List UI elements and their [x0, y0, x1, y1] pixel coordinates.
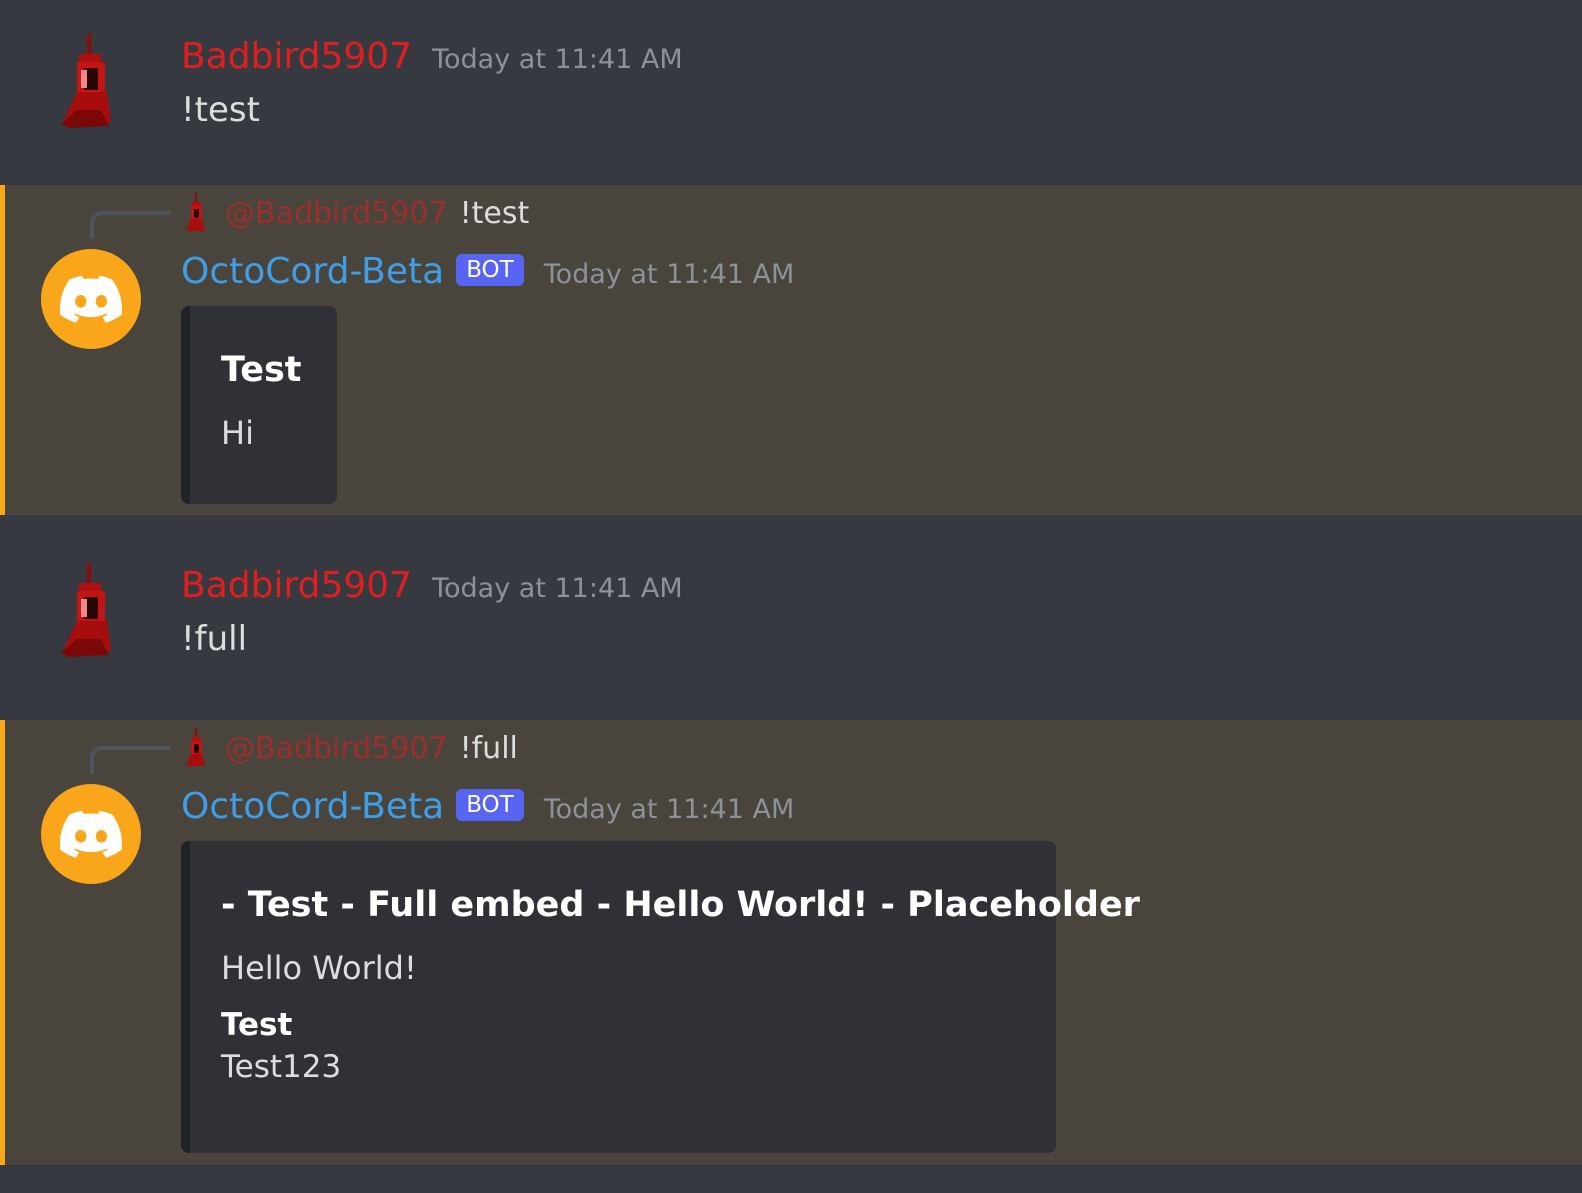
embed: Test Hi — [181, 306, 337, 504]
embed-title: - Test - Full embed - Hello World! - Pla… — [221, 885, 1140, 925]
bot-avatar[interactable] — [41, 249, 141, 349]
reply-spine — [90, 746, 170, 774]
reply-avatar — [181, 191, 211, 235]
bot-tag: BOT — [456, 789, 524, 821]
timestamp: Today at 11:41 AM — [432, 44, 683, 75]
message: Badbird5907 Today at 11:41 AM !test — [0, 0, 1582, 185]
embed-field-value: Test123 — [221, 1049, 342, 1085]
red-pixel-character-icon — [186, 728, 205, 766]
red-pixel-character-icon — [186, 193, 205, 231]
embed-title: Test — [221, 350, 302, 390]
reply-content: !test — [459, 195, 530, 231]
red-pixel-character-icon — [61, 34, 111, 128]
bot-avatar[interactable] — [41, 784, 141, 884]
author-name[interactable]: OctoCord-Beta — [181, 786, 444, 827]
reply-reference[interactable]: @Badbird5907 !full — [181, 726, 518, 770]
author-name[interactable]: Badbird5907 — [181, 36, 412, 77]
discord-logo-icon — [60, 810, 122, 858]
reply-author[interactable]: @Badbird5907 — [225, 731, 448, 766]
author-name[interactable]: Badbird5907 — [181, 565, 412, 606]
reply-avatar — [181, 726, 211, 770]
message-content: !full — [181, 619, 248, 659]
timestamp: Today at 11:41 AM — [543, 259, 795, 290]
reply-reference[interactable]: @Badbird5907 !test — [181, 191, 529, 235]
discord-logo-icon — [60, 275, 122, 323]
message: Badbird5907 Today at 11:41 AM !full — [0, 515, 1582, 720]
embed-field-name: Test — [221, 1007, 293, 1043]
bot-tag: BOT — [456, 254, 524, 286]
embed: - Test - Full embed - Hello World! - Pla… — [181, 841, 1140, 1153]
embed-description: Hello World! — [221, 949, 417, 987]
message: @Badbird5907 !test OctoCord-Beta BOT Tod… — [0, 185, 1582, 515]
message: @Badbird5907 !full OctoCord-Beta BOT Tod… — [0, 720, 1582, 1165]
embed-description: Hi — [221, 414, 254, 452]
reply-content: !full — [459, 730, 518, 766]
reply-author[interactable]: @Badbird5907 — [225, 196, 448, 231]
message-content: !test — [181, 90, 260, 130]
timestamp: Today at 11:41 AM — [543, 794, 795, 825]
timestamp: Today at 11:41 AM — [432, 573, 683, 604]
red-pixel-character-icon — [61, 563, 111, 657]
user-avatar[interactable] — [41, 30, 141, 130]
user-avatar[interactable] — [41, 559, 141, 659]
author-name[interactable]: OctoCord-Beta — [181, 251, 444, 292]
reply-spine — [90, 211, 170, 239]
